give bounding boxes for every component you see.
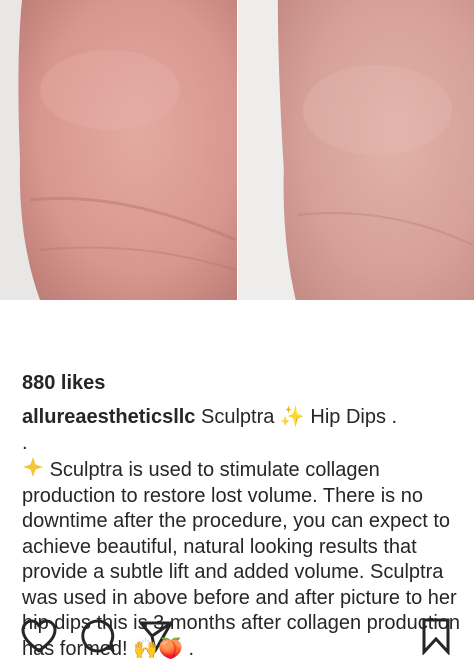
star-icon	[23, 457, 43, 477]
caption-username[interactable]: allureaestheticsllc	[22, 406, 195, 428]
caption-title: Sculptra ✨ Hip Dips .	[195, 406, 398, 428]
caption-end-emoji: 🙌🍑 .	[133, 637, 195, 660]
post-caption: allureaestheticsllc Sculptra ✨ Hip Dips …	[22, 405, 462, 662]
likes-count[interactable]: 880 likes	[22, 372, 105, 395]
caption-dot: .	[22, 431, 28, 454]
post-image-carousel[interactable]	[0, 0, 474, 300]
post-actions-bar	[0, 300, 474, 655]
after-photo	[237, 0, 474, 300]
before-photo	[0, 0, 237, 300]
caption-body: Sculptra is used to stimulate collagen p…	[22, 459, 461, 660]
